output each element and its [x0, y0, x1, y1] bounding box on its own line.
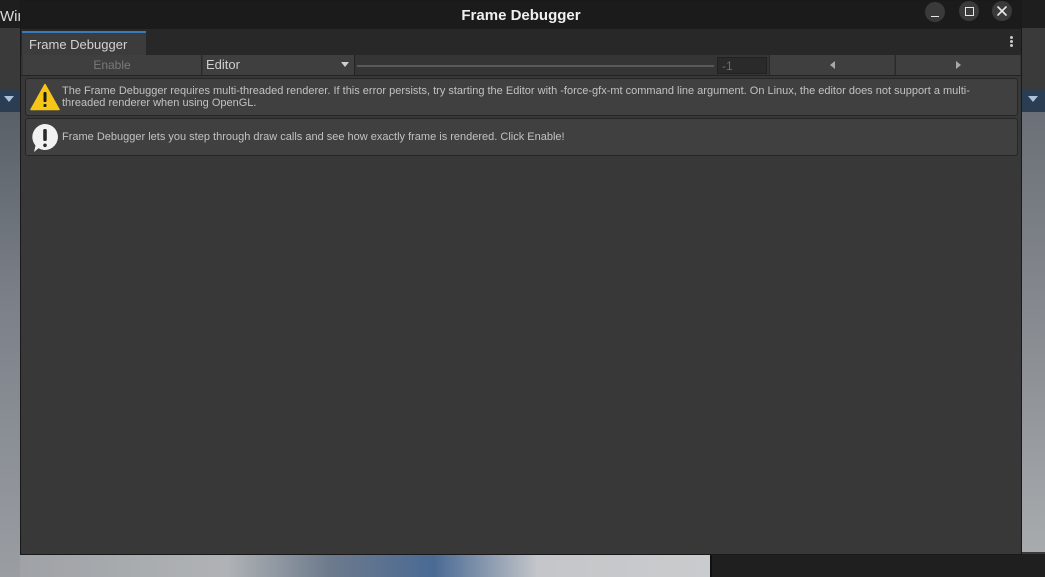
tab-frame-debugger[interactable]: Frame Debugger [22, 31, 146, 55]
window-title: Frame Debugger [461, 6, 581, 24]
chevron-right-icon [955, 61, 961, 69]
background-scene-view [20, 554, 710, 577]
info-message: Frame Debugger lets you step through dra… [62, 131, 565, 143]
background-scene-view [1021, 112, 1045, 552]
chevron-down-icon [341, 62, 349, 67]
chevron-down-icon[interactable] [1028, 96, 1038, 102]
close-icon [997, 6, 1007, 16]
maximize-icon [964, 6, 974, 16]
window-titlebar[interactable]: Frame Debugger [21, 1, 1021, 29]
background-scene-view [0, 112, 20, 577]
event-index-field[interactable]: -1 [717, 57, 767, 74]
info-icon [32, 124, 58, 152]
minimize-button[interactable] [925, 2, 945, 22]
target-dropdown-value: Editor [206, 57, 240, 72]
info-helpbox: Frame Debugger lets you step through dra… [25, 118, 1018, 156]
background-panel [710, 554, 1045, 577]
frame-debugger-window: Frame Debugger Frame Debugger Enable Edi… [20, 0, 1022, 555]
more-vertical-icon[interactable] [1010, 35, 1013, 48]
tab-bar: Frame Debugger [21, 29, 1021, 55]
chevron-down-icon[interactable] [4, 96, 14, 102]
close-button[interactable] [992, 1, 1012, 21]
enable-button[interactable]: Enable [23, 55, 202, 75]
previous-event-button[interactable] [769, 55, 894, 75]
chevron-left-icon [829, 61, 835, 69]
warning-icon [30, 83, 60, 111]
warning-helpbox: The Frame Debugger requires multi-thread… [25, 78, 1018, 116]
maximize-button[interactable] [959, 1, 979, 21]
event-slider[interactable] [357, 65, 714, 67]
minimize-icon [931, 15, 939, 17]
target-dropdown[interactable]: Editor [203, 55, 355, 75]
warning-message: The Frame Debugger requires multi-thread… [62, 85, 970, 109]
next-event-button[interactable] [895, 55, 1020, 75]
debugger-toolbar: Enable Editor -1 [21, 55, 1021, 76]
